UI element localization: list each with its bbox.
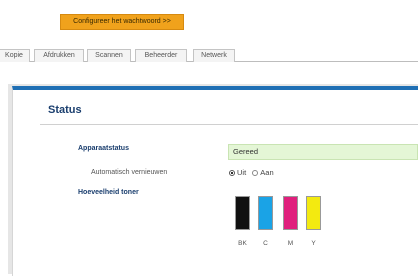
auto-refresh-label: Automatisch vernieuwen [91,169,168,176]
toner-m-label: M [287,240,294,247]
tab-afdrukken[interactable]: Afdrukken [34,49,84,62]
auto-refresh-off-radio[interactable] [229,170,235,176]
tab-bar: Kopie Afdrukken Scannen Beheerder Netwer… [0,46,418,62]
toner-y-label: Y [311,240,316,247]
page-title: Status [48,104,82,116]
toner-c-label: C [263,240,268,247]
auto-refresh-on-radio[interactable] [252,170,259,176]
device-status-value: Gereed [228,144,418,160]
toner-c-bar [258,196,273,230]
toner-bk-bar [235,196,250,230]
toner-bk-label: BK [238,240,247,247]
tab-netwerk[interactable]: Netwerk [193,49,235,62]
auto-refresh-off-label: Uit [237,168,247,177]
toner-level-label: Hoeveelheid toner [78,189,139,196]
auto-refresh-options: Uit Aan [229,168,278,178]
toner-m-bar [283,196,298,230]
toner-y-bar [306,196,321,230]
title-divider [40,124,418,125]
configure-password-button[interactable]: Configureer het wachtwoord >> [60,14,184,30]
tab-beheerder[interactable]: Beheerder [135,49,187,62]
tab-kopie[interactable]: Kopie [0,49,30,62]
device-status-label: Apparaatstatus [78,145,129,152]
auto-refresh-on-label: Aan [260,168,274,177]
tab-scannen[interactable]: Scannen [87,49,131,62]
